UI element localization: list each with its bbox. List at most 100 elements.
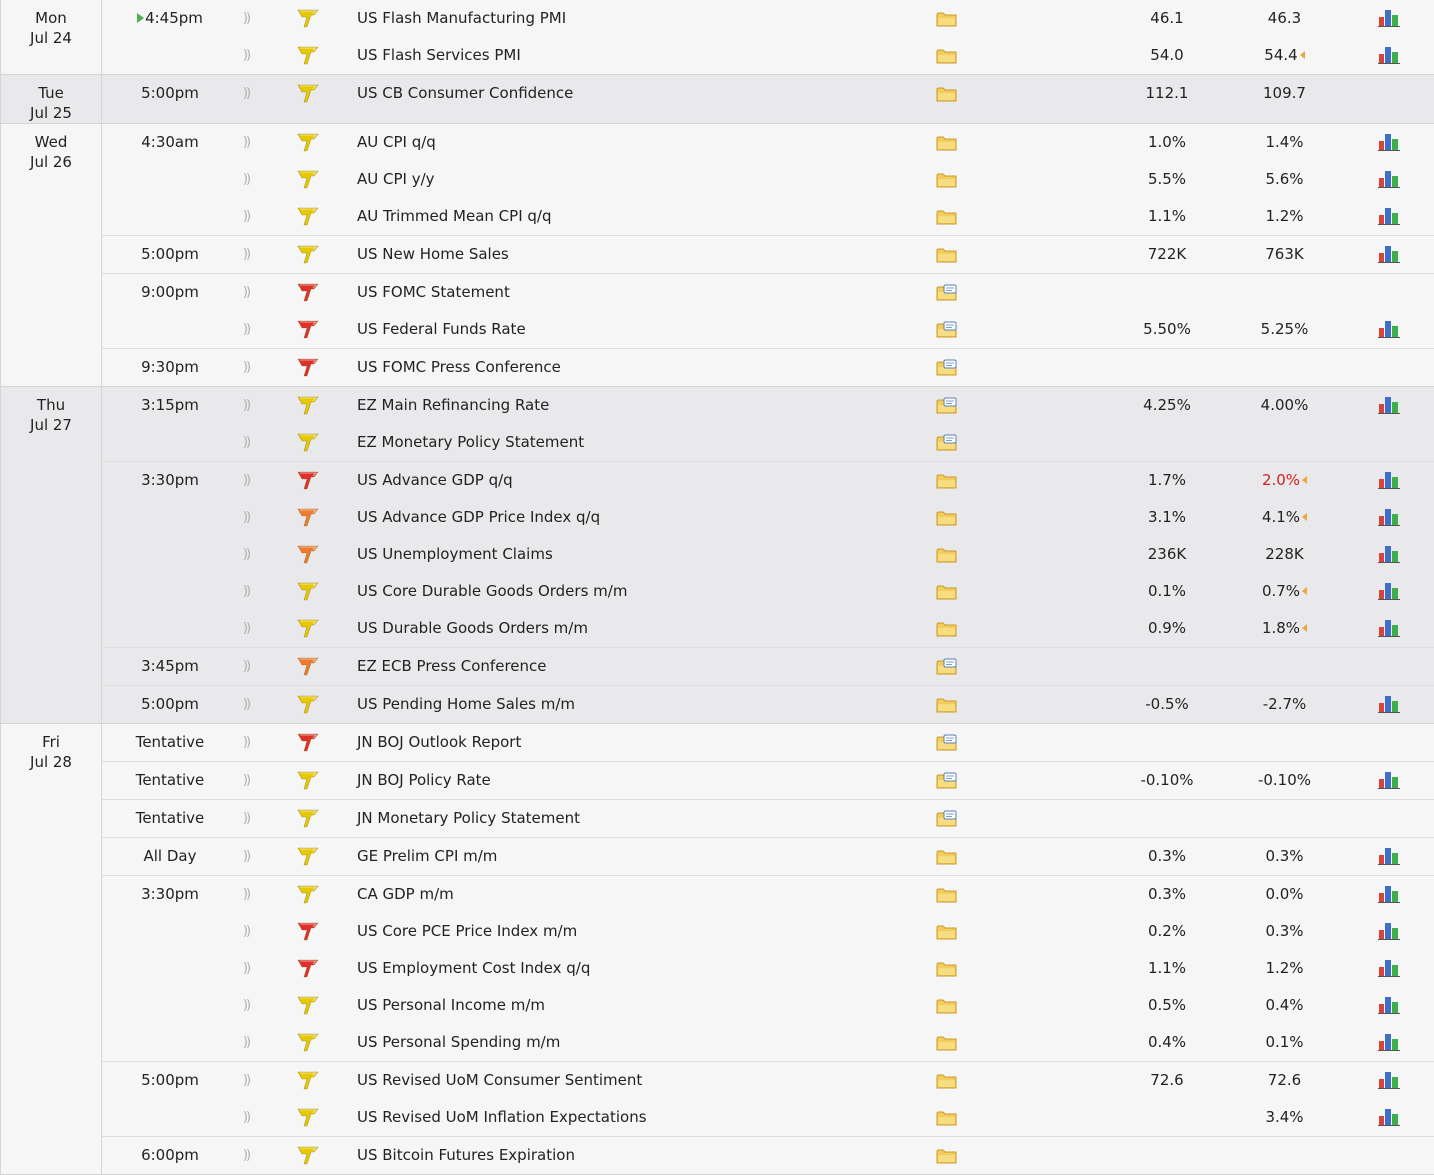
event-name[interactable]: JN BOJ Policy Rate bbox=[357, 762, 491, 799]
detail-toggle-icon[interactable]: )) bbox=[238, 349, 254, 386]
detail-toggle-icon[interactable]: )) bbox=[238, 987, 254, 1024]
chart-icon[interactable] bbox=[1377, 995, 1401, 1015]
event-name[interactable]: US Flash Manufacturing PMI bbox=[357, 0, 566, 37]
speech-folder-icon[interactable] bbox=[936, 397, 958, 415]
detail-toggle-icon[interactable]: )) bbox=[238, 124, 254, 161]
table-row[interactable]: )) US Employment Cost Index q/q 1.1% 1.2% bbox=[102, 950, 1434, 987]
chart-icon[interactable] bbox=[1377, 470, 1401, 490]
table-row[interactable]: )) US Unemployment Claims 236K 228K bbox=[102, 536, 1434, 573]
table-row[interactable]: Tentative)) JN Monetary Policy Statement bbox=[102, 800, 1434, 837]
table-row[interactable]: 5:00pm)) US Pending Home Sales m/m -0.5% -2… bbox=[102, 686, 1434, 723]
event-name[interactable]: US FOMC Statement bbox=[357, 274, 510, 311]
folder-icon[interactable] bbox=[936, 923, 958, 941]
chart-icon[interactable] bbox=[1377, 45, 1401, 65]
event-name[interactable]: EZ ECB Press Conference bbox=[357, 648, 547, 685]
folder-icon[interactable] bbox=[936, 171, 958, 189]
speech-folder-icon[interactable] bbox=[936, 434, 958, 452]
detail-toggle-icon[interactable]: )) bbox=[238, 762, 254, 799]
detail-toggle-icon[interactable]: )) bbox=[238, 1137, 254, 1174]
table-row[interactable]: )) EZ Monetary Policy Statement bbox=[102, 424, 1434, 461]
folder-icon[interactable] bbox=[936, 85, 958, 103]
detail-toggle-icon[interactable]: )) bbox=[238, 876, 254, 913]
chart-icon[interactable] bbox=[1377, 244, 1401, 264]
chart-icon[interactable] bbox=[1377, 1032, 1401, 1052]
table-row[interactable]: )) US Core Durable Goods Orders m/m 0.1% 0.… bbox=[102, 573, 1434, 610]
chart-icon[interactable] bbox=[1377, 581, 1401, 601]
detail-toggle-icon[interactable]: )) bbox=[238, 800, 254, 837]
detail-toggle-icon[interactable]: )) bbox=[238, 610, 254, 647]
detail-toggle-icon[interactable]: )) bbox=[238, 1062, 254, 1099]
chart-icon[interactable] bbox=[1377, 770, 1401, 790]
speech-folder-icon[interactable] bbox=[936, 734, 958, 752]
event-name[interactable]: US Advance GDP Price Index q/q bbox=[357, 499, 600, 536]
detail-toggle-icon[interactable]: )) bbox=[238, 198, 254, 235]
folder-icon[interactable] bbox=[936, 886, 958, 904]
event-name[interactable]: EZ Main Refinancing Rate bbox=[357, 387, 549, 424]
chart-icon[interactable] bbox=[1377, 544, 1401, 564]
speech-folder-icon[interactable] bbox=[936, 321, 958, 339]
chart-icon[interactable] bbox=[1377, 958, 1401, 978]
folder-icon[interactable] bbox=[936, 546, 958, 564]
detail-toggle-icon[interactable]: )) bbox=[238, 387, 254, 424]
chart-icon[interactable] bbox=[1377, 507, 1401, 527]
folder-icon[interactable] bbox=[936, 997, 958, 1015]
event-name[interactable]: US CB Consumer Confidence bbox=[357, 75, 573, 112]
speech-folder-icon[interactable] bbox=[936, 810, 958, 828]
detail-toggle-icon[interactable]: )) bbox=[238, 724, 254, 761]
folder-icon[interactable] bbox=[936, 134, 958, 152]
table-row[interactable]: 3:45pm)) EZ ECB Press Conference bbox=[102, 648, 1434, 685]
folder-icon[interactable] bbox=[936, 1072, 958, 1090]
event-name[interactable]: EZ Monetary Policy Statement bbox=[357, 424, 584, 461]
speech-folder-icon[interactable] bbox=[936, 772, 958, 790]
detail-toggle-icon[interactable]: )) bbox=[238, 75, 254, 112]
table-row[interactable]: All Day)) GE Prelim CPI m/m 0.3% 0.3% bbox=[102, 838, 1434, 875]
detail-toggle-icon[interactable]: )) bbox=[238, 274, 254, 311]
revision-marker-icon[interactable] bbox=[1299, 50, 1305, 59]
speech-folder-icon[interactable] bbox=[936, 359, 958, 377]
table-row[interactable]: )) US Revised UoM Inflation Expectations 3… bbox=[102, 1099, 1434, 1136]
table-row[interactable]: )) AU CPI y/y 5.5% 5.6% bbox=[102, 161, 1434, 198]
folder-icon[interactable] bbox=[936, 246, 958, 264]
event-name[interactable]: US Unemployment Claims bbox=[357, 536, 553, 573]
detail-toggle-icon[interactable]: )) bbox=[238, 950, 254, 987]
detail-toggle-icon[interactable]: )) bbox=[238, 0, 254, 37]
chart-icon[interactable] bbox=[1377, 132, 1401, 152]
table-row[interactable]: 3:15pm)) EZ Main Refinancing Rate 4.25% 4.0… bbox=[102, 387, 1434, 424]
table-row[interactable]: 6:00pm)) US Bitcoin Futures Expiration bbox=[102, 1137, 1434, 1174]
speech-folder-icon[interactable] bbox=[936, 284, 958, 302]
folder-icon[interactable] bbox=[936, 509, 958, 527]
event-name[interactable]: US Pending Home Sales m/m bbox=[357, 686, 575, 723]
detail-toggle-icon[interactable]: )) bbox=[238, 161, 254, 198]
table-row[interactable]: )) US Durable Goods Orders m/m 0.9% 1.8% bbox=[102, 610, 1434, 647]
folder-icon[interactable] bbox=[936, 848, 958, 866]
detail-toggle-icon[interactable]: )) bbox=[238, 311, 254, 348]
chart-icon[interactable] bbox=[1377, 921, 1401, 941]
detail-toggle-icon[interactable]: )) bbox=[238, 573, 254, 610]
folder-icon[interactable] bbox=[936, 1034, 958, 1052]
event-name[interactable]: GE Prelim CPI m/m bbox=[357, 838, 497, 875]
detail-toggle-icon[interactable]: )) bbox=[238, 1099, 254, 1136]
detail-toggle-icon[interactable]: )) bbox=[238, 236, 254, 273]
folder-icon[interactable] bbox=[936, 472, 958, 490]
folder-icon[interactable] bbox=[936, 10, 958, 28]
folder-icon[interactable] bbox=[936, 1147, 958, 1165]
speech-folder-icon[interactable] bbox=[936, 658, 958, 676]
detail-toggle-icon[interactable]: )) bbox=[238, 648, 254, 685]
detail-toggle-icon[interactable]: )) bbox=[238, 499, 254, 536]
event-name[interactable]: AU CPI q/q bbox=[357, 124, 436, 161]
folder-icon[interactable] bbox=[936, 1109, 958, 1127]
table-row[interactable]: 9:00pm)) US FOMC Statement bbox=[102, 274, 1434, 311]
table-row[interactable]: 4:45pm)) US Flash Manufacturing PMI 46.1 46… bbox=[102, 0, 1434, 37]
revision-marker-icon[interactable] bbox=[1302, 586, 1308, 595]
table-row[interactable]: 9:30pm)) US FOMC Press Conference bbox=[102, 349, 1434, 386]
detail-toggle-icon[interactable]: )) bbox=[238, 37, 254, 74]
detail-toggle-icon[interactable]: )) bbox=[238, 913, 254, 950]
event-name[interactable]: AU CPI y/y bbox=[357, 161, 435, 198]
event-name[interactable]: CA GDP m/m bbox=[357, 876, 454, 913]
table-row[interactable]: 5:00pm)) US Revised UoM Consumer Sentimen… bbox=[102, 1062, 1434, 1099]
table-row[interactable]: 3:30pm)) CA GDP m/m 0.3% 0.0% bbox=[102, 876, 1434, 913]
folder-icon[interactable] bbox=[936, 696, 958, 714]
detail-toggle-icon[interactable]: )) bbox=[238, 1024, 254, 1061]
folder-icon[interactable] bbox=[936, 620, 958, 638]
folder-icon[interactable] bbox=[936, 208, 958, 226]
